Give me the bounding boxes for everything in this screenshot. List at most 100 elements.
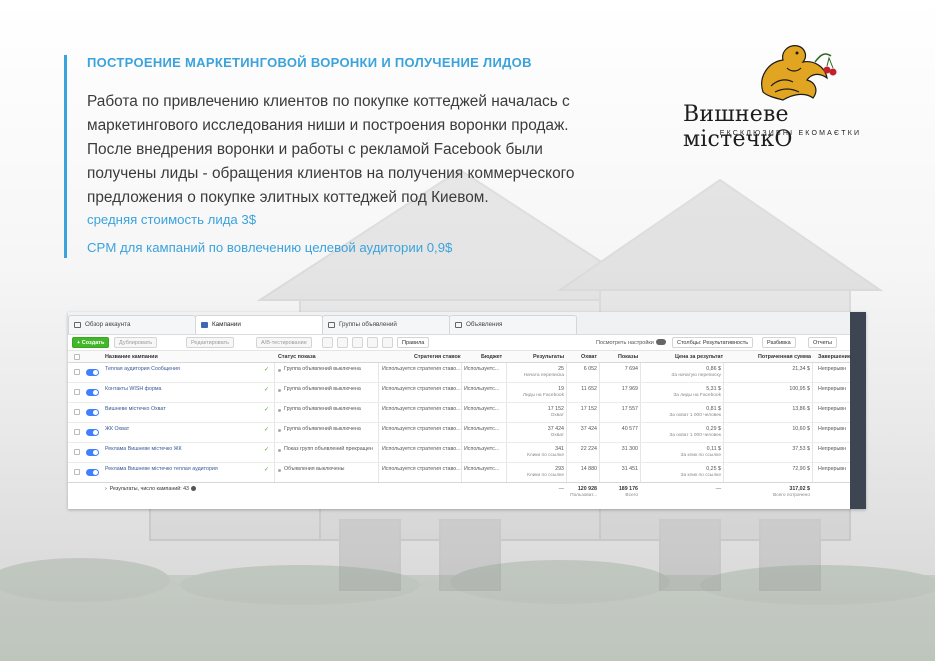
end-date: Непрерывн [818,446,847,452]
column-header[interactable]: Цена за результат [675,354,723,360]
results-type: Лиды на Facebook [522,393,564,398]
campaign-toggle[interactable] [86,369,99,376]
campaign-toggle[interactable] [86,409,99,416]
results: 37 424 [547,426,564,432]
ab-test-button[interactable]: A/B-тестирование [256,337,312,348]
end-date: Непрерывн [818,426,847,432]
end-date: Непрерывн [818,366,847,372]
cost-per-result-type: За охват 1 000 человек [669,413,721,418]
accent-bar [64,55,67,258]
table-row[interactable]: Теплая аудитория Сообщения ✓ Группа объя… [68,363,850,383]
row-checkbox[interactable] [74,429,80,435]
column-header[interactable]: Показы [618,354,638,360]
column-header[interactable]: Завершение [818,354,851,360]
tab-ad-sets[interactable]: Группы объявлений [322,315,450,334]
scrollbar[interactable] [850,312,866,509]
table-row[interactable]: Вишневе містечко Охват ✓ Группа объявлен… [68,403,850,423]
amount-spent: 100,95 $ [789,386,810,392]
row-checkbox[interactable] [74,449,80,455]
results: 25 [558,366,564,372]
delivery-status: Группа объявлений выключена [284,366,361,372]
campaign-name[interactable]: Контакты WISH форма [105,386,162,392]
campaign-name[interactable]: Вишневе містечко Охват [105,406,166,412]
bid-strategy: Используется стратегия ставо... [382,406,461,412]
view-settings-toggle[interactable] [656,339,666,345]
delete-icon[interactable] [322,337,333,348]
impressions: 40 577 [621,426,638,432]
cost-per-result-type: За клик по ссылке [680,473,721,478]
column-header[interactable]: Статус показа [278,354,316,360]
select-all-checkbox[interactable] [74,354,80,360]
tab-account-overview[interactable]: Обзор аккаунта [68,315,196,334]
amount-spent: 37,53 $ [792,446,810,452]
cpm-highlight: CPM для кампаний по вовлечению целевой а… [87,240,453,255]
column-header[interactable]: Охват [581,354,597,360]
status-dot [278,469,281,472]
budget: Используетс... [464,446,500,452]
campaign-name[interactable]: Реклама Вишневе містечко теплая аудитори… [105,466,218,472]
tab-campaigns[interactable]: Кампании [195,315,323,334]
tab-label: Группы объявлений [339,321,397,328]
tab-label: Кампании [212,321,241,328]
breakdown-dropdown[interactable]: Разбивка [762,337,796,348]
reach: 11 652 [581,386,597,392]
results-type: Охват [550,413,564,418]
body-line: Работа по привлечению клиентов по покупк… [87,93,570,110]
budget: Используетс... [464,406,500,412]
edit-button[interactable]: Редактировать [186,337,234,348]
cost-per-result: 0,25 $ [706,466,721,472]
delivery-status: Объявления выключены [284,466,345,472]
totals-impressions: 189 176 [618,486,638,492]
end-date: Непрерывн [818,386,847,392]
info-icon[interactable] [190,486,196,492]
column-header[interactable]: Стратегия ставок [414,354,461,360]
undo-icon[interactable] [337,337,348,348]
status-dot [278,449,281,452]
column-header[interactable]: Результаты [533,354,564,360]
totals-spent: 317,02 $ [789,486,810,492]
campaign-toggle[interactable] [86,469,99,476]
results: 341 [555,446,564,452]
table-row[interactable]: Реклама Вишневе містечко ЖК ✓ Показ груп… [68,443,850,463]
amount-spent: 13,86 $ [792,406,810,412]
reach: 37 424 [580,426,597,432]
campaign-toggle[interactable] [86,449,99,456]
column-header[interactable]: Бюджет [481,354,502,360]
cost-per-result: 0,29 $ [706,426,721,432]
trash-icon[interactable] [352,337,363,348]
tab-ads[interactable]: Объявления [449,315,577,334]
amount-spent: 72,90 $ [792,466,810,472]
campaign-toggle[interactable] [86,389,99,396]
bid-strategy: Используется стратегия ставо... [382,366,461,372]
logo: Вишневе містечкО ЕКСКЛЮЗИВНІ ЕКОМАЄТКИ [683,42,898,152]
campaign-name[interactable]: Теплая аудитория Сообщения [105,366,180,372]
body-line: После внедрения воронки и работы с рекла… [87,141,543,158]
columns-dropdown[interactable]: Столбцы: Результативность [672,337,754,348]
row-checkbox[interactable] [74,409,80,415]
column-header[interactable]: Потраченная сумма [758,354,811,360]
end-date: Непрерывн [818,466,847,472]
impressions: 31 451 [621,466,638,472]
row-checkbox[interactable] [74,369,80,375]
reports-dropdown[interactable]: Отчеты [808,337,838,348]
table-row[interactable]: Контакты WISH форма ✓ Группа объявлений … [68,383,850,403]
preview-icon[interactable] [367,337,378,348]
tag-icon[interactable] [382,337,393,348]
campaign-toggle[interactable] [86,429,99,436]
campaign-name[interactable]: ЖК Охват [105,426,129,432]
totals-reach-type: Пользоват... [570,493,597,498]
column-header[interactable]: Название кампании [105,354,158,360]
table-row[interactable]: Реклама Вишневе містечко теплая аудитори… [68,463,850,483]
rules-dropdown[interactable]: Правила [397,337,430,348]
table-row[interactable]: ЖК Охват ✓ Группа объявлений выключена И… [68,423,850,443]
status-dot [278,409,281,412]
totals-spent-type: Всего потрачено [773,493,810,498]
duplicate-button[interactable]: Дублировать [114,337,158,348]
budget: Используетс... [464,466,500,472]
create-button[interactable]: + Создать [72,337,110,348]
body-paragraph: Работа по привлечению клиентов по покупк… [87,90,607,210]
row-checkbox[interactable] [74,469,80,475]
totals-label[interactable]: › Результаты, число кампаний: 43 [105,486,196,492]
campaign-name[interactable]: Реклама Вишневе містечко ЖК [105,446,182,452]
row-checkbox[interactable] [74,389,80,395]
